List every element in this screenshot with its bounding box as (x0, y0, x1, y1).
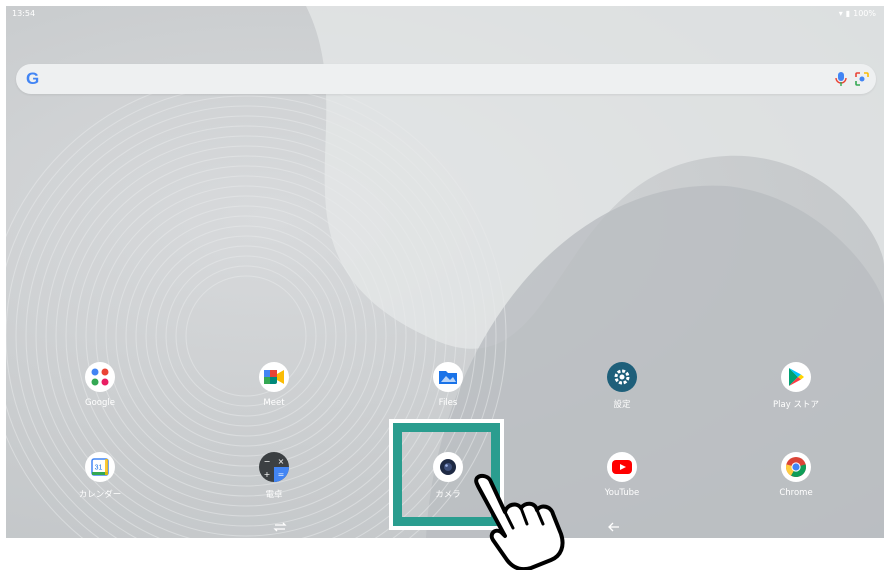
wifi-icon: ▾ (838, 9, 843, 18)
app-label: Files (438, 398, 458, 408)
calculator-icon: − × + = (259, 452, 289, 482)
calendar-icon: 31 (85, 452, 115, 482)
microphone-icon[interactable] (834, 71, 848, 87)
app-meet[interactable]: Meet (229, 362, 319, 408)
app-calculator[interactable]: − × + = 電卓 (229, 452, 319, 500)
youtube-icon (607, 452, 637, 482)
svg-text:31: 31 (95, 465, 103, 472)
app-play-store[interactable]: Play ストア (751, 362, 841, 410)
status-bar: 13:54 ▾ ▮ 100% (6, 6, 884, 22)
settings-gear-icon (607, 362, 637, 392)
app-calendar[interactable]: 31 カレンダー (55, 452, 145, 500)
google-g-icon: G (26, 69, 40, 88)
app-google-folder[interactable]: Google (55, 362, 145, 408)
battery-level: 100% (853, 9, 876, 18)
app-chrome[interactable]: Chrome (751, 452, 841, 498)
meet-icon (259, 362, 289, 392)
app-label: Play ストア (773, 400, 819, 410)
google-lens-icon[interactable] (854, 71, 870, 87)
app-settings[interactable]: 設定 (577, 362, 667, 410)
svg-text:×: × (278, 457, 285, 466)
switch-apps-icon[interactable] (273, 520, 287, 534)
app-label: Chrome (779, 488, 813, 498)
files-icon (433, 362, 463, 392)
pointing-hand-icon (474, 473, 565, 570)
svg-text:−: − (264, 457, 271, 466)
status-time: 13:54 (12, 9, 36, 18)
app-label: YouTube (604, 488, 640, 498)
chrome-icon (781, 452, 811, 482)
back-arrow-icon[interactable] (607, 520, 621, 534)
battery-icon: ▮ (845, 9, 851, 18)
google-search-bar[interactable]: G (16, 64, 876, 94)
app-label: 電卓 (265, 490, 283, 500)
app-label: Google (85, 398, 115, 408)
svg-text:+: + (264, 470, 271, 479)
play-store-icon (781, 362, 811, 392)
status-icons: ▾ ▮ 100% (839, 9, 876, 18)
app-label: Meet (263, 398, 285, 408)
svg-text:=: = (278, 470, 285, 479)
app-label: 設定 (613, 400, 631, 410)
app-files[interactable]: Files (403, 362, 493, 408)
google-folder-icon (85, 362, 115, 392)
app-label: カレンダー (78, 490, 122, 500)
app-youtube[interactable]: YouTube (577, 452, 667, 498)
